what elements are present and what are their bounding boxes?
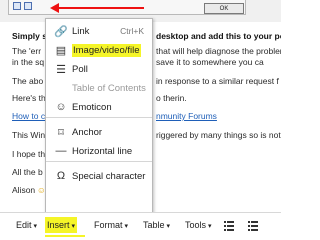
menu-item-special-character[interactable]: Ω Special character <box>46 167 152 185</box>
omega-icon: Ω <box>56 170 66 182</box>
editor-screenshot: OK Simply s The 'err in the sq The abo Here'… <box>0 0 281 240</box>
menu-item-label: Poll <box>72 63 88 75</box>
menu-item-poll[interactable]: ☰ Poll <box>46 60 152 78</box>
menu-divider <box>46 117 152 118</box>
menu-item-label: Special character <box>72 170 146 182</box>
numbered-list-icon[interactable] <box>248 220 258 231</box>
red-arrow-icon <box>50 3 59 13</box>
menu-item-link[interactable]: 🔗 Link Ctrl+K <box>46 22 152 40</box>
ok-button[interactable]: OK <box>204 3 244 14</box>
menu-item-shortcut: Ctrl+K <box>120 26 144 36</box>
table-menu-label: Table <box>143 220 165 230</box>
menu-item-emoticon[interactable]: ☺ Emoticon <box>46 98 152 116</box>
document-line[interactable]: How to c <box>12 111 45 122</box>
dialog-square-icon <box>24 2 32 10</box>
menu-item-horizontal-line[interactable]: — Horizontal line <box>46 142 152 160</box>
horizontal-line-icon: — <box>55 145 67 157</box>
document-line: Alison <box>12 185 36 195</box>
table-menu-button[interactable]: Table ▾ <box>141 217 172 233</box>
bookmark-icon: ⌑ <box>58 126 64 139</box>
red-arrow-shaft <box>58 7 144 9</box>
menu-divider <box>46 161 152 162</box>
menu-item-table-of-contents: Table of Contents <box>46 79 152 97</box>
format-menu-label: Format <box>94 220 123 230</box>
menu-item-label: Image/video/file <box>72 43 141 57</box>
menu-item-label: Horizontal line <box>72 145 133 157</box>
document-line-fragment: that will help diagnose the problem <box>156 46 281 56</box>
bullet-list-icon[interactable] <box>224 220 234 231</box>
insert-menu-label: Insert <box>47 220 70 230</box>
format-menu-button[interactable]: Format ▾ <box>92 217 130 233</box>
menu-item-label: Anchor <box>72 126 103 138</box>
menu-item-label: Table of Contents <box>72 82 146 94</box>
edit-menu-button[interactable]: Edit ▾ <box>14 217 39 233</box>
insert-menu-button[interactable]: Insert ▾ <box>45 217 78 233</box>
dialog-square-icon <box>13 2 21 10</box>
insert-highlight <box>45 235 85 237</box>
document-line-fragment[interactable]: nmunity Forums <box>156 111 281 122</box>
chevron-down-icon: ▾ <box>208 223 212 230</box>
document-line-fragment: riggered by many things so is not s <box>156 130 281 140</box>
link-icon: 🔗 <box>54 25 68 38</box>
chevron-down-icon: ▾ <box>166 223 171 230</box>
document-line: The abo <box>12 76 44 86</box>
document-line: in the sq <box>12 57 45 67</box>
image-video-icon: ▤ <box>55 44 67 57</box>
chevron-down-icon: ▾ <box>71 223 76 230</box>
chevron-down-icon: ▾ <box>33 223 38 230</box>
insert-menu: 🔗 Link Ctrl+K ▤ Image/video/file ☰ Poll Table o… <box>45 18 153 216</box>
document-line: Here's th <box>12 93 46 103</box>
emoticon-icon: ☺ <box>55 101 67 113</box>
tools-menu-label: Tools <box>185 220 207 230</box>
document-line: The 'err <box>12 46 42 56</box>
menu-item-spacer <box>54 81 68 95</box>
document-line-fragment: save it to somewhere you ca <box>156 57 264 67</box>
document-line: Simply s <box>12 31 47 41</box>
edit-menu-label: Edit <box>16 220 32 230</box>
menu-item-label: Emoticon <box>72 101 112 113</box>
menu-item-label: Link <box>72 25 90 37</box>
document-line-fragment: o therin. <box>156 93 187 103</box>
document-line-fragment: desktop and add this to your po <box>156 31 281 41</box>
document-line-fragment: in response to a similar request f <box>156 76 279 86</box>
menu-item-image-video-file[interactable]: ▤ Image/video/file <box>46 41 152 59</box>
editor-toolbar: Edit ▾ Insert ▾ Format ▾ Table ▾ Tools ▾ <box>0 212 281 240</box>
poll-icon: ☰ <box>56 63 66 76</box>
document-line: I hope th <box>12 149 46 159</box>
document-line: This Win <box>12 130 46 140</box>
chevron-down-icon: ▾ <box>124 223 129 230</box>
document-line: All the b <box>12 167 43 177</box>
menu-item-anchor[interactable]: ⌑ Anchor <box>46 123 152 141</box>
tools-menu-button[interactable]: Tools ▾ <box>183 217 214 233</box>
